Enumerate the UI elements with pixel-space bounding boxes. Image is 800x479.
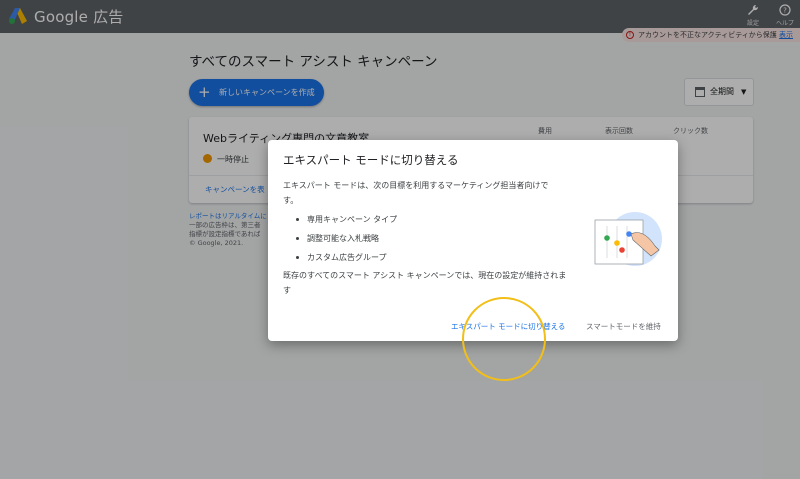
feature-list: 専用キャンペーン タイプ 調整可能な入札戦略 カスタム広告グループ — [293, 212, 397, 269]
list-item: 専用キャンペーン タイプ — [293, 212, 397, 231]
dialog-body: エキスパート モードは、次の目標を利用するマーケティング担当者向けです。 — [283, 181, 549, 205]
expert-mode-illustration — [594, 212, 662, 266]
list-item: カスタム広告グループ — [293, 250, 397, 269]
highlight-circle — [462, 297, 546, 381]
dialog-title: エキスパート モードに切り替える — [283, 153, 459, 167]
list-item: 調整可能な入札戦略 — [293, 231, 397, 250]
keep-smart-mode-button[interactable]: スマートモードを維持 — [586, 321, 661, 332]
dialog-note: 既存のすべてのスマート アシスト キャンペーンでは、現在の設定が維持されます — [283, 271, 567, 295]
